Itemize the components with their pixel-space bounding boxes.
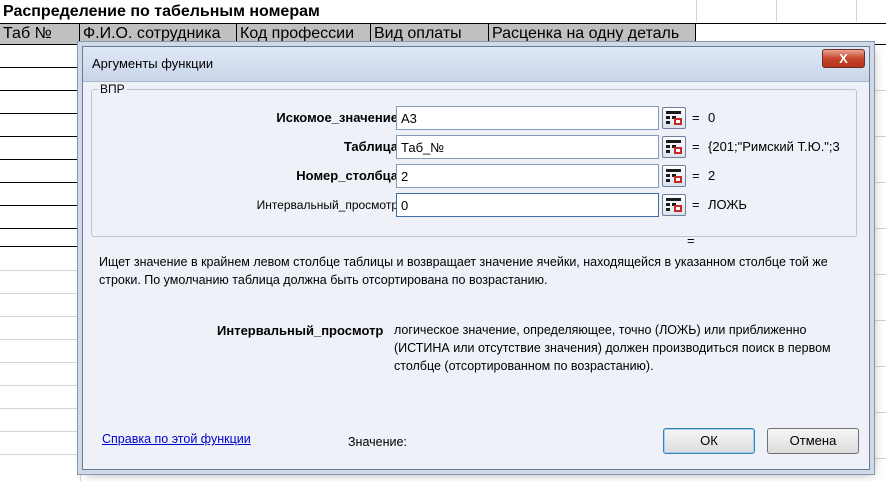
gridline — [776, 0, 777, 22]
collapse-dialog-button[interactable] — [662, 136, 686, 158]
argument-row: Номер_столбца = 2 — [92, 164, 858, 188]
column-header[interactable]: Вид оплаты — [371, 24, 489, 44]
row-border — [0, 205, 82, 206]
column-border — [80, 45, 81, 247]
formula-result-equals: = — [687, 233, 695, 248]
range-select-icon — [666, 169, 682, 183]
dialog-titlebar[interactable]: Аргументы функции X — [83, 47, 869, 82]
gridline — [80, 247, 81, 481]
row-border — [0, 182, 82, 183]
argument-description-text: логическое значение, определяющее, точно… — [394, 323, 831, 373]
table-header-row: Таб № Ф.И.О. сотрудника Код профессии Ви… — [0, 23, 886, 45]
function-arguments-dialog: Аргументы функции X ВПР Искомое_значение… — [82, 46, 870, 470]
gridline — [0, 454, 82, 455]
gridline — [870, 136, 886, 137]
gridline — [696, 0, 697, 22]
gridline — [870, 228, 886, 229]
gridline — [0, 385, 82, 386]
argument-label: Номер_столбца — [296, 168, 398, 183]
close-icon: X — [839, 51, 848, 66]
row-border — [0, 228, 82, 229]
equals-sign: = — [692, 197, 700, 212]
argument-result: {201;"Римский Т.Ю.";3 — [708, 139, 840, 154]
value-label: Значение: — [348, 435, 407, 449]
gridline — [870, 412, 886, 413]
gridline — [870, 320, 886, 321]
argument-label: Таблица — [343, 139, 398, 154]
gridline — [0, 362, 82, 363]
argument-row: Таблица = {201;"Римский Т.Ю.";3 — [92, 135, 858, 159]
gridline — [870, 182, 886, 183]
gridline — [0, 339, 82, 340]
equals-sign: = — [692, 139, 700, 154]
argument-row: Искомое_значение = 0 — [92, 106, 858, 130]
row-border — [0, 67, 82, 68]
column-index-input[interactable] — [396, 164, 659, 188]
row-border — [0, 113, 82, 114]
range-select-icon — [666, 140, 682, 154]
argument-label: Интервальный_просмотр — [256, 198, 398, 212]
range-select-icon — [666, 198, 682, 212]
gridline — [870, 366, 886, 367]
column-header[interactable]: Таб № — [0, 24, 80, 44]
gridline — [0, 293, 82, 294]
function-group: ВПР Искомое_значение = 0 Таблица — [91, 82, 858, 237]
argument-row: Интервальный_просмотр = ЛОЖЬ — [92, 193, 858, 217]
argument-label: Искомое_значение — [276, 110, 398, 125]
table-array-input[interactable] — [396, 135, 659, 159]
close-button[interactable]: X — [822, 49, 865, 68]
gridline — [0, 408, 82, 409]
dialog-title: Аргументы функции — [92, 56, 214, 71]
argument-result: ЛОЖЬ — [708, 197, 747, 212]
row-border — [0, 136, 82, 137]
gridline — [870, 90, 886, 91]
gridline — [0, 270, 82, 271]
gridline — [0, 431, 82, 432]
function-description: Ищет значение в крайнем левом столбце та… — [99, 255, 828, 287]
row-border — [0, 90, 82, 91]
gridline — [870, 274, 886, 275]
argument-result: 0 — [708, 110, 716, 125]
gridline — [870, 458, 886, 459]
argument-description-name: Интервальный_просмотр — [217, 323, 384, 338]
row-border — [0, 246, 82, 247]
gridline — [856, 0, 857, 22]
help-link[interactable]: Справка по этой функции — [102, 432, 251, 446]
sheet-title: Распределение по табельным номерам — [3, 3, 320, 20]
argument-result: 2 — [708, 168, 716, 183]
equals-sign: = — [692, 110, 700, 125]
collapse-dialog-button[interactable] — [662, 165, 686, 187]
collapse-dialog-button[interactable] — [662, 194, 686, 216]
range-select-icon — [666, 111, 682, 125]
row-border — [0, 159, 82, 160]
column-header[interactable]: Код профессии — [237, 24, 371, 44]
collapse-dialog-button[interactable] — [662, 107, 686, 129]
column-header[interactable]: Расценка на одну деталь — [489, 24, 696, 44]
equals-sign: = — [692, 168, 700, 183]
range-lookup-input[interactable] — [396, 193, 659, 217]
cancel-button[interactable]: Отмена — [767, 428, 859, 454]
function-name: ВПР — [98, 82, 127, 96]
ok-button[interactable]: ОК — [663, 428, 755, 454]
column-header[interactable]: Ф.И.О. сотрудника — [80, 24, 237, 44]
lookup-value-input[interactable] — [396, 106, 659, 130]
gridline — [0, 316, 82, 317]
